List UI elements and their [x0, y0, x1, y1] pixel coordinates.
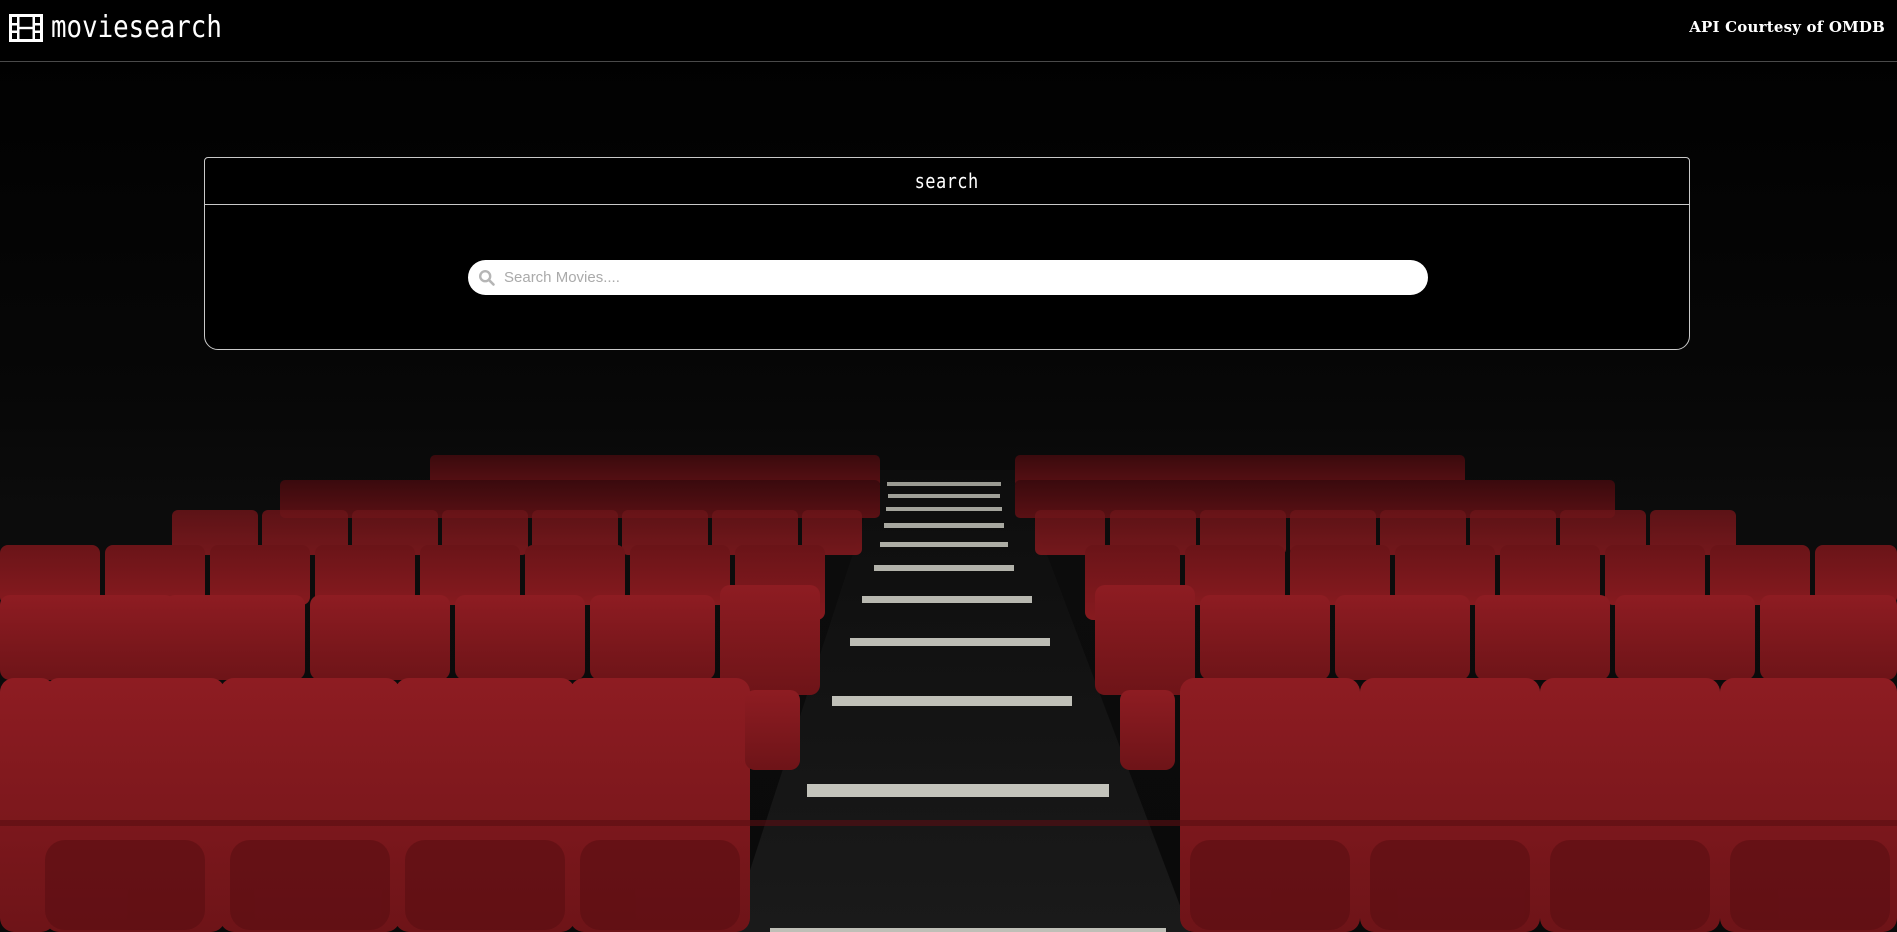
navbar: moviesearch API Courtesy of OMDB: [0, 0, 1897, 62]
film-icon: [9, 14, 43, 42]
theater-background-image: [0, 0, 1897, 932]
search-icon: [478, 269, 495, 286]
search-card-title: search: [915, 169, 979, 193]
search-card: search: [204, 157, 1690, 350]
brand-title: moviesearch: [51, 10, 222, 45]
api-credit-text: API Courtesy of OMDB: [1689, 18, 1885, 36]
page: moviesearch API Courtesy of OMDB search: [0, 0, 1897, 932]
search-bar[interactable]: [468, 260, 1428, 295]
brand-link[interactable]: moviesearch: [9, 13, 250, 43]
search-card-header: search: [205, 158, 1689, 205]
search-input[interactable]: [502, 261, 1406, 294]
